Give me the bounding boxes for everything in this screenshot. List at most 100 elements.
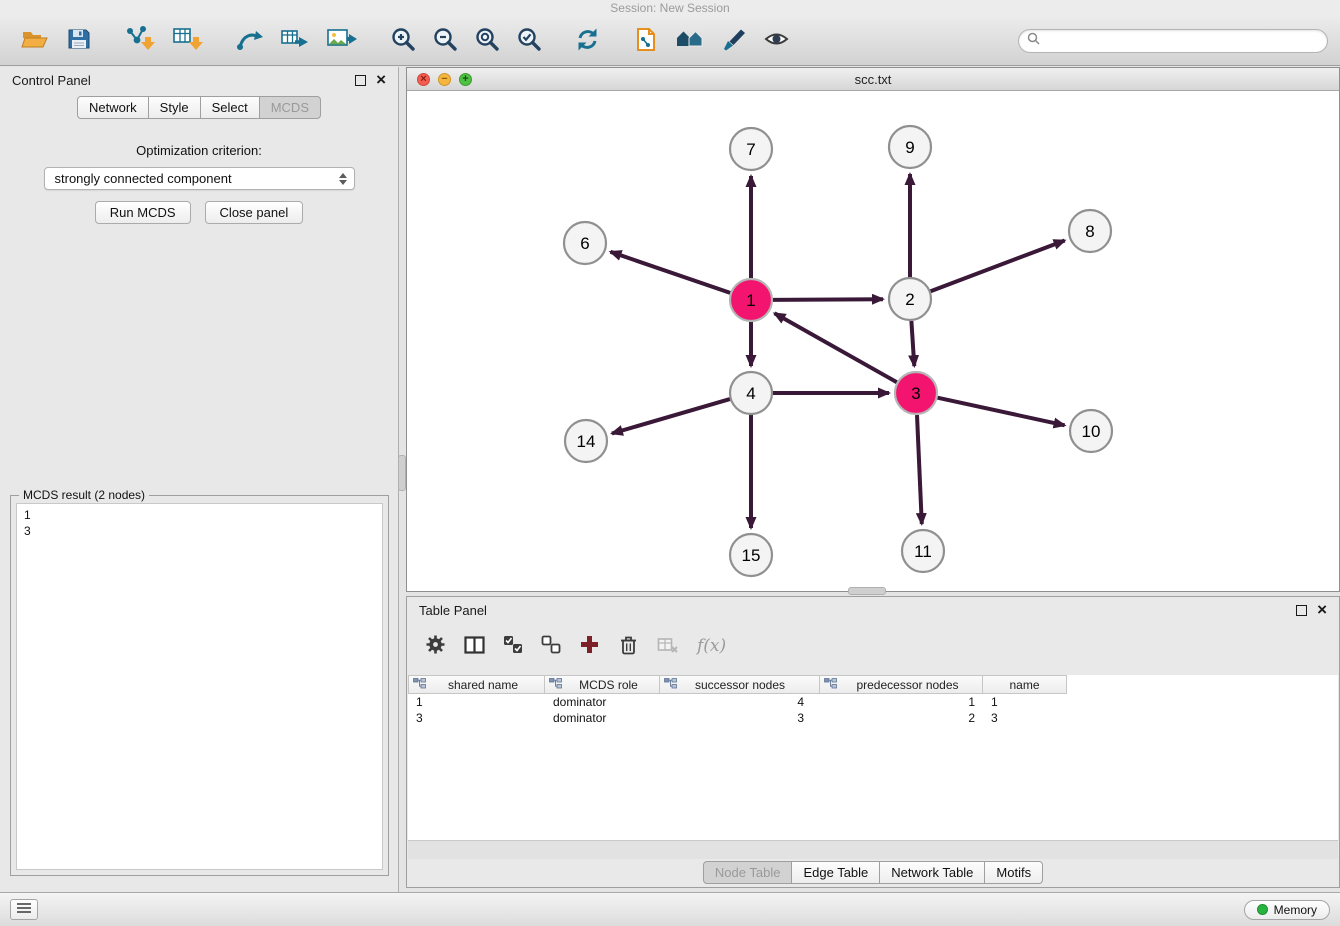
graph-node-label: 6	[580, 234, 589, 253]
mcds-result-box: MCDS result (2 nodes) 13	[10, 495, 389, 876]
toolbar-separator	[609, 40, 625, 41]
table-settings-button[interactable]	[425, 634, 446, 658]
edge-4-14[interactable]	[612, 399, 730, 433]
add-row-button[interactable]	[579, 634, 600, 658]
export-table-button[interactable]	[278, 24, 312, 57]
delete-row-button[interactable]	[618, 634, 639, 659]
network-window-title: scc.txt	[407, 72, 1339, 87]
tab-edge-table[interactable]: Edge Table	[791, 861, 880, 884]
tab-node-table[interactable]: Node Table	[703, 861, 793, 884]
tab-mcds[interactable]: MCDS	[259, 96, 321, 119]
columns-icon	[464, 635, 485, 658]
criterion-dropdown[interactable]: strongly connected component	[44, 167, 355, 190]
network-window-titlebar[interactable]: scc.txt × − +	[407, 68, 1339, 91]
close-panel-button[interactable]: Close panel	[205, 201, 304, 224]
table-row[interactable]: 3dominator323	[408, 710, 1338, 726]
table-cell: 1	[408, 695, 545, 709]
list-icon	[16, 902, 32, 917]
graph-node-label: 9	[905, 138, 914, 157]
table-cell: 3	[408, 711, 545, 725]
edge-1-6[interactable]	[611, 252, 731, 293]
open-session-button[interactable]	[18, 24, 52, 57]
graph-node-label: 4	[746, 384, 755, 403]
edge-3-11[interactable]	[917, 415, 922, 524]
run-mcds-button[interactable]: Run MCDS	[95, 201, 191, 224]
search-field[interactable]	[1018, 29, 1328, 53]
deselect-all-icon	[541, 635, 561, 657]
close-table-panel-icon[interactable]: ×	[1317, 605, 1327, 615]
float-panel-icon[interactable]	[355, 75, 366, 86]
node-table-body: 1dominator4113dominator323	[408, 694, 1338, 726]
import-table-button[interactable]	[170, 23, 206, 58]
deselect-all-button[interactable]	[541, 635, 561, 657]
apply-style-button[interactable]	[719, 24, 749, 57]
column-header-successor-nodes[interactable]: successor nodes	[660, 675, 820, 694]
column-header-predecessor-nodes[interactable]: predecessor nodes	[820, 675, 983, 694]
column-header-name[interactable]: name	[983, 675, 1067, 694]
refresh-button[interactable]	[572, 24, 603, 58]
zoom-fit-button[interactable]	[472, 24, 502, 57]
zoom-in-icon	[390, 26, 416, 55]
copy-view-button[interactable]	[631, 24, 661, 58]
close-window-button[interactable]: ×	[417, 73, 430, 86]
main-toolbar	[0, 16, 1340, 66]
function-builder-button: f(x)	[697, 636, 726, 656]
table-cell: 3	[983, 711, 1067, 725]
graph-node-label: 11	[914, 542, 932, 561]
control-panel-header: Control Panel ×	[0, 67, 398, 93]
tab-motifs[interactable]: Motifs	[984, 861, 1043, 884]
memory-button[interactable]: Memory	[1244, 900, 1330, 920]
graph-node-label: 14	[577, 432, 596, 451]
tab-style[interactable]: Style	[148, 96, 201, 119]
tab-network-table[interactable]: Network Table	[879, 861, 985, 884]
table-scrollbar-track[interactable]	[408, 840, 1338, 859]
toolbar-separator	[550, 40, 566, 41]
export-image-button[interactable]	[324, 24, 360, 57]
import-network-button[interactable]	[122, 23, 158, 58]
column-chooser-button[interactable]	[464, 635, 485, 658]
vertical-splitter-handle[interactable]	[398, 455, 406, 491]
table-cell: 3	[660, 711, 820, 725]
zoom-out-button[interactable]	[430, 24, 460, 57]
zoom-selected-icon	[516, 26, 542, 55]
tab-select[interactable]: Select	[200, 96, 260, 119]
save-session-button[interactable]	[64, 24, 94, 57]
graph-node-label: 1	[746, 291, 755, 310]
task-history-button[interactable]	[10, 899, 38, 920]
dropdown-arrows-icon	[339, 173, 347, 185]
new-network-button[interactable]	[234, 24, 266, 57]
hierarchy-icon	[824, 678, 837, 692]
zoom-in-button[interactable]	[388, 24, 418, 57]
search-input[interactable]	[1045, 33, 1319, 49]
zoom-selected-button[interactable]	[514, 24, 544, 57]
maximize-window-button[interactable]: +	[459, 73, 472, 86]
edge-3-10[interactable]	[938, 398, 1065, 426]
show-hide-button[interactable]	[761, 24, 792, 57]
control-panel-title: Control Panel	[12, 73, 91, 88]
edge-1-2[interactable]	[773, 299, 883, 300]
edge-2-3[interactable]	[911, 321, 914, 366]
mcds-result-item[interactable]: 1	[24, 507, 375, 523]
close-panel-icon[interactable]: ×	[376, 75, 386, 85]
toolbar-separator	[366, 40, 382, 41]
column-header-shared-name[interactable]: shared name	[408, 675, 545, 694]
first-neighbors-button[interactable]	[673, 24, 707, 57]
search-icon	[1027, 32, 1040, 50]
minimize-window-button[interactable]: −	[438, 73, 451, 86]
edge-2-8[interactable]	[931, 241, 1065, 292]
plus-icon	[579, 634, 600, 658]
mcds-result-list[interactable]: 13	[16, 503, 383, 870]
column-header-mcds-role[interactable]: MCDS role	[545, 675, 660, 694]
horizontal-splitter-handle[interactable]	[848, 587, 886, 595]
fx-icon: f(x)	[697, 636, 726, 656]
network-canvas[interactable]: 7968124314101511	[407, 91, 1339, 592]
select-all-button[interactable]	[503, 635, 523, 657]
graph-node-label: 15	[742, 546, 761, 565]
edge-3-1[interactable]	[775, 313, 897, 382]
table-row[interactable]: 1dominator411	[408, 694, 1338, 710]
tab-network[interactable]: Network	[77, 96, 149, 119]
eye-icon	[763, 26, 790, 55]
select-all-icon	[503, 635, 523, 657]
float-table-panel-icon[interactable]	[1296, 605, 1307, 616]
mcds-result-item[interactable]: 3	[24, 523, 375, 539]
